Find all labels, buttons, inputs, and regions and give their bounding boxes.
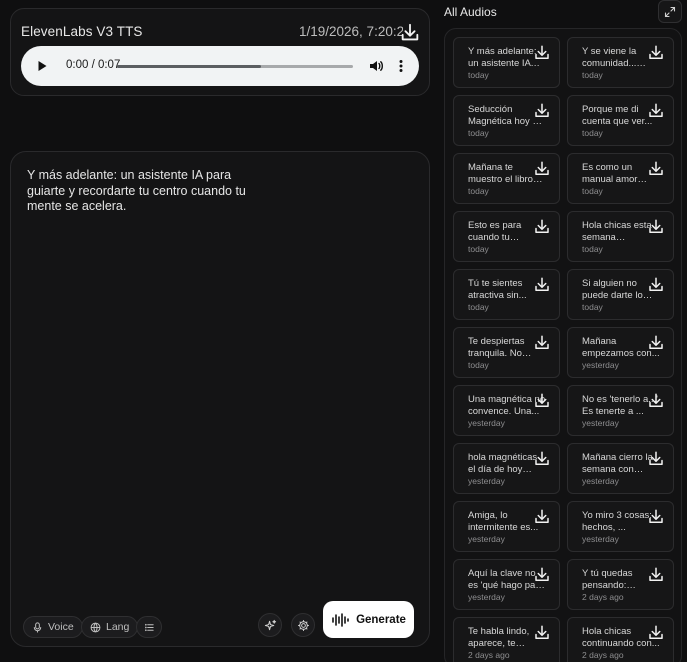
waveform-icon [332, 612, 349, 627]
audio-list-item[interactable]: Es como un manual amor propio, ...today [567, 153, 674, 204]
audio-list-item[interactable]: Hola chicas continuando con... 2 days ago [567, 617, 674, 662]
download-icon[interactable] [533, 160, 551, 178]
download-icon[interactable] [647, 566, 665, 584]
audio-list-item[interactable]: No es 'tenerlo a...' Es tenerte a ... yes… [567, 385, 674, 436]
download-icon[interactable] [647, 218, 665, 236]
volume-icon[interactable] [368, 58, 384, 74]
audio-item-time: today [582, 70, 603, 80]
generate-button[interactable]: Generate [323, 601, 414, 638]
download-icon[interactable] [533, 508, 551, 526]
audio-list-item[interactable]: Aquí la clave no es 'qué hago para ...ye… [453, 559, 560, 610]
download-icon[interactable] [533, 392, 551, 410]
audio-item-time: yesterday [582, 418, 619, 428]
play-icon[interactable] [35, 59, 49, 73]
globe-icon [90, 622, 101, 632]
lang-button[interactable]: Lang [81, 616, 139, 638]
audio-list-item[interactable]: hola magnéticas el día de hoy vamos...ye… [453, 443, 560, 494]
audio-item-time: yesterday [468, 592, 505, 602]
download-icon[interactable] [647, 624, 665, 642]
gear-icon [297, 619, 309, 631]
download-icon[interactable] [647, 450, 665, 468]
enhance-button[interactable] [258, 613, 282, 637]
audio-list-item[interactable]: Yo miro 3 cosas: hechos, ... yesterday [567, 501, 674, 552]
download-icon[interactable] [647, 276, 665, 294]
audio-item-time: 2 days ago [582, 592, 624, 602]
player-date: 1/19/2026, 7:20:23 [299, 24, 403, 39]
audio-item-time: today [468, 360, 489, 370]
audio-item-time: yesterday [582, 360, 619, 370]
lang-label: Lang [106, 621, 130, 633]
audio-item-time: today [582, 244, 603, 254]
audio-item-time: today [468, 70, 489, 80]
download-icon[interactable] [647, 334, 665, 352]
audio-item-time: today [582, 302, 603, 312]
audio-item-time: today [582, 186, 603, 196]
audio-item-time: yesterday [582, 476, 619, 486]
microphone-icon [33, 621, 42, 633]
audio-item-time: yesterday [468, 418, 505, 428]
download-icon[interactable] [533, 566, 551, 584]
audio-item-time: yesterday [468, 534, 505, 544]
audio-list-item[interactable]: Te habla lindo, aparece, te promete...2 … [453, 617, 560, 662]
list-button[interactable] [136, 616, 162, 638]
more-options-icon[interactable] [393, 58, 409, 74]
audio-list: Y más adelante: un asistente IA para gui… [444, 28, 682, 662]
audio-list-item[interactable]: Mañana cierro la semana con algo...yeste… [567, 443, 674, 494]
generate-label: Generate [356, 613, 406, 626]
audio-item-time: today [582, 128, 603, 138]
audio-list-item[interactable]: Esto es para cuando tu cabeza...today [453, 211, 560, 262]
audio-list-item[interactable]: Hola chicas esta semana entramos...today [567, 211, 674, 262]
editor-text[interactable]: Y más adelante: un asistente IA para gui… [27, 168, 247, 215]
download-icon[interactable] [647, 160, 665, 178]
audio-item-time: today [468, 244, 489, 254]
audio-controls: 0:00 / 0:07 [21, 46, 419, 86]
audio-list-item[interactable]: Mañana te muestro el libro por dentrotod… [453, 153, 560, 204]
panel-title: All Audios [444, 5, 497, 19]
audio-list-item[interactable]: Mañana empezamos con... yesterday [567, 327, 674, 378]
audio-progress-track[interactable] [117, 65, 353, 68]
audio-item-time: today [468, 128, 489, 138]
audio-list-item[interactable]: Seducción Magnética hoy y siempretoday [453, 95, 560, 146]
audio-list-item[interactable]: Una magnética no convence. Una... yesterd… [453, 385, 560, 436]
expand-icon [664, 6, 676, 17]
download-icon[interactable] [533, 450, 551, 468]
voice-button[interactable]: Voice [23, 616, 83, 638]
download-icon[interactable] [533, 102, 551, 120]
download-icon[interactable] [533, 334, 551, 352]
audio-list-item[interactable]: Porque me di cuenta que ver... today [567, 95, 674, 146]
voice-label: Voice [48, 621, 74, 633]
download-icon[interactable] [647, 44, 665, 62]
download-icon[interactable] [533, 218, 551, 236]
download-icon[interactable] [647, 392, 665, 410]
audio-list-item[interactable]: Tú te sientes atractiva sin... today [453, 269, 560, 320]
settings-button[interactable] [291, 613, 315, 637]
audio-list-item[interactable]: Te despiertas tranquila. No hay...today [453, 327, 560, 378]
download-icon[interactable] [533, 44, 551, 62]
list-icon [144, 623, 154, 631]
audio-list-item[interactable]: Si alguien no puede darte lo básico...to… [567, 269, 674, 320]
player-title: ElevenLabs V3 TTS [21, 24, 143, 39]
audio-item-time: 2 days ago [468, 650, 510, 660]
audio-list-item[interactable]: Y se viene la comunidad... dondetoday [567, 37, 674, 88]
audio-list-item[interactable]: Y tú quedas pensando: '¿qué...2 days ago [567, 559, 674, 610]
audio-list-item[interactable]: Y más adelante: un asistente IA para gui… [453, 37, 560, 88]
download-icon[interactable] [399, 22, 421, 44]
audio-item-time: yesterday [468, 476, 505, 486]
audio-time: 0:00 / 0:07 [66, 59, 121, 71]
download-icon[interactable] [647, 102, 665, 120]
audio-item-time: today [468, 186, 489, 196]
audio-item-time: today [468, 302, 489, 312]
audio-item-time: 2 days ago [582, 650, 624, 660]
audio-list-item[interactable]: Amiga, lo intermitente es... yesterday [453, 501, 560, 552]
download-icon[interactable] [533, 276, 551, 294]
audio-item-time: yesterday [582, 534, 619, 544]
expand-button[interactable] [658, 0, 682, 23]
download-icon[interactable] [533, 624, 551, 642]
audio-player-card: ElevenLabs V3 TTS 1/19/2026, 7:20:23 0:0… [10, 8, 430, 96]
audio-progress-fill [117, 65, 261, 68]
sparkles-icon [264, 619, 276, 630]
download-icon[interactable] [647, 508, 665, 526]
text-editor-card[interactable]: Y más adelante: un asistente IA para gui… [10, 151, 430, 647]
